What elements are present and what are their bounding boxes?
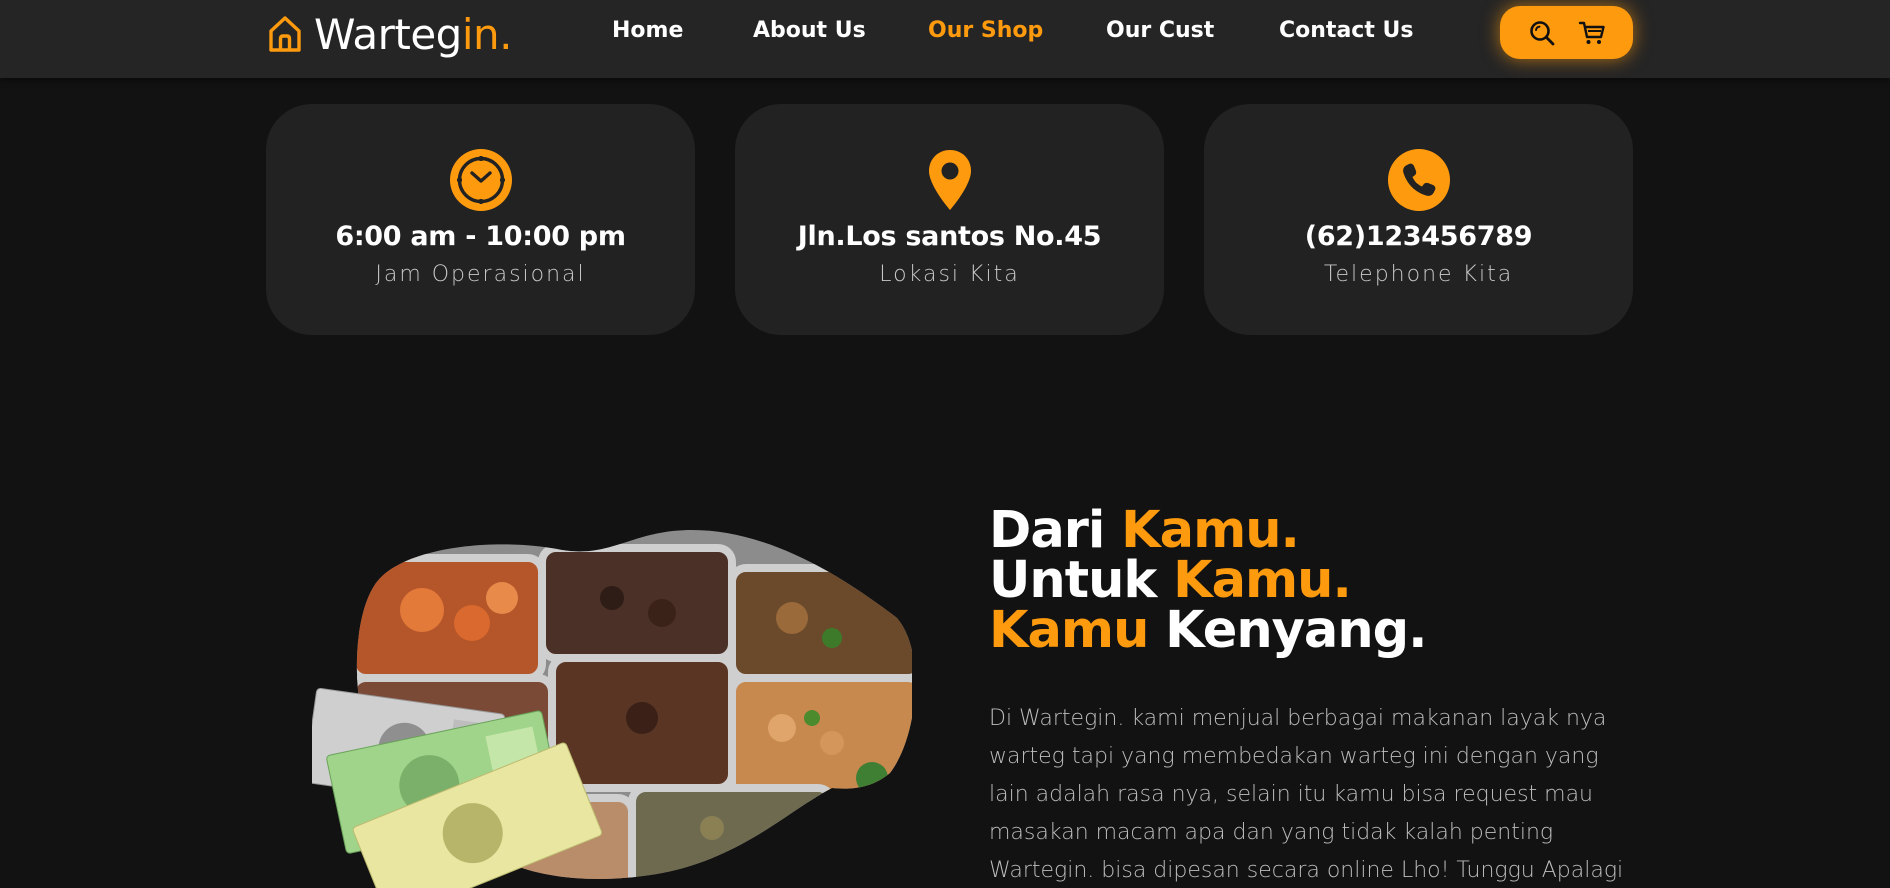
hero-description: Di Wartegin. kami menjual berbagai makan… <box>989 706 1624 883</box>
hero-title-line-1: Dari Kamu. <box>989 501 1300 560</box>
info-card-location: Jln.Los santos No.45 Lokasi Kita <box>735 104 1164 335</box>
info-card-hours: 6:00 am - 10:00 pm Jam Operasional <box>266 104 695 335</box>
location-value: Jln.Los santos No.45 <box>797 221 1102 252</box>
hero-title-line-3: Kamu Kenyang. <box>989 601 1428 660</box>
nav-contact-us[interactable]: Contact Us <box>1279 18 1413 43</box>
info-card-phone: (62)123456789 Telephone Kita <box>1204 104 1633 335</box>
cart-icon[interactable] <box>1578 19 1606 47</box>
phone-value: (62)123456789 <box>1304 221 1533 252</box>
nav-our-shop[interactable]: Our Shop <box>928 18 1043 43</box>
nav-action-group <box>1500 6 1633 59</box>
hours-label: Jam Operasional <box>375 262 586 287</box>
phone-icon <box>1387 148 1451 212</box>
hero-title-line-2: Untuk Kamu. <box>989 551 1352 610</box>
hours-value: 6:00 am - 10:00 pm <box>335 221 626 252</box>
navbar: Wartegin. Home About Us Our Shop Our Cus… <box>0 0 1890 78</box>
hero-title: Dari Kamu. Untuk Kamu. Kamu Kenyang. <box>989 501 1428 660</box>
location-label: Lokasi Kita <box>879 262 1020 287</box>
phone-label: Telephone Kita <box>1323 262 1514 287</box>
nav-about-us[interactable]: About Us <box>753 18 866 43</box>
hero-food-image <box>312 528 912 888</box>
search-icon[interactable] <box>1528 19 1556 47</box>
nav-home[interactable]: Home <box>612 18 683 43</box>
nav-our-cust[interactable]: Our Cust <box>1106 18 1214 43</box>
clock-icon <box>449 148 513 212</box>
location-pin-icon <box>918 148 982 212</box>
